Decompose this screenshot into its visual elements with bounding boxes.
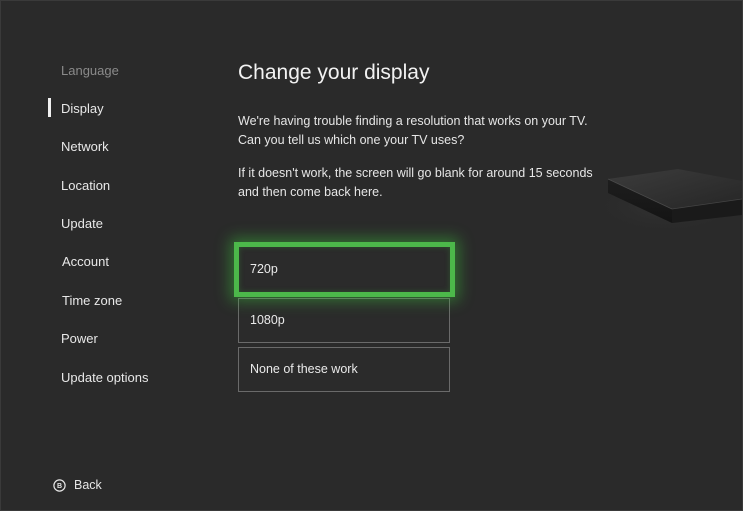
sidebar-item-network[interactable]: Network	[61, 139, 109, 154]
back-button[interactable]: B Back	[53, 478, 102, 492]
option-720p[interactable]: 720p	[234, 242, 455, 297]
description-paragraph: We're having trouble finding a resolutio…	[238, 114, 588, 147]
setup-screen: Language Display Network Location Update…	[0, 0, 743, 511]
sidebar-item-display[interactable]: Display	[61, 101, 104, 116]
back-label: Back	[74, 478, 102, 492]
page-title: Change your display	[238, 61, 430, 84]
warning-paragraph: If it doesn't work, the screen will go b…	[238, 166, 593, 199]
selected-indicator	[48, 98, 51, 117]
sidebar-item-time-zone[interactable]: Time zone	[62, 293, 122, 308]
sidebar-item-account[interactable]: Account	[62, 254, 109, 269]
sidebar-item-update[interactable]: Update	[61, 216, 103, 231]
sidebar-item-language[interactable]: Language	[61, 63, 119, 78]
sidebar-item-update-options[interactable]: Update options	[61, 370, 148, 385]
b-button-icon: B	[53, 478, 66, 492]
sidebar-item-power[interactable]: Power	[61, 331, 98, 346]
console-image	[592, 151, 742, 241]
sidebar-item-location[interactable]: Location	[61, 178, 110, 193]
option-1080p[interactable]: 1080p	[238, 298, 450, 343]
svg-text:B: B	[57, 483, 62, 490]
option-none-of-these-work[interactable]: None of these work	[238, 347, 450, 392]
